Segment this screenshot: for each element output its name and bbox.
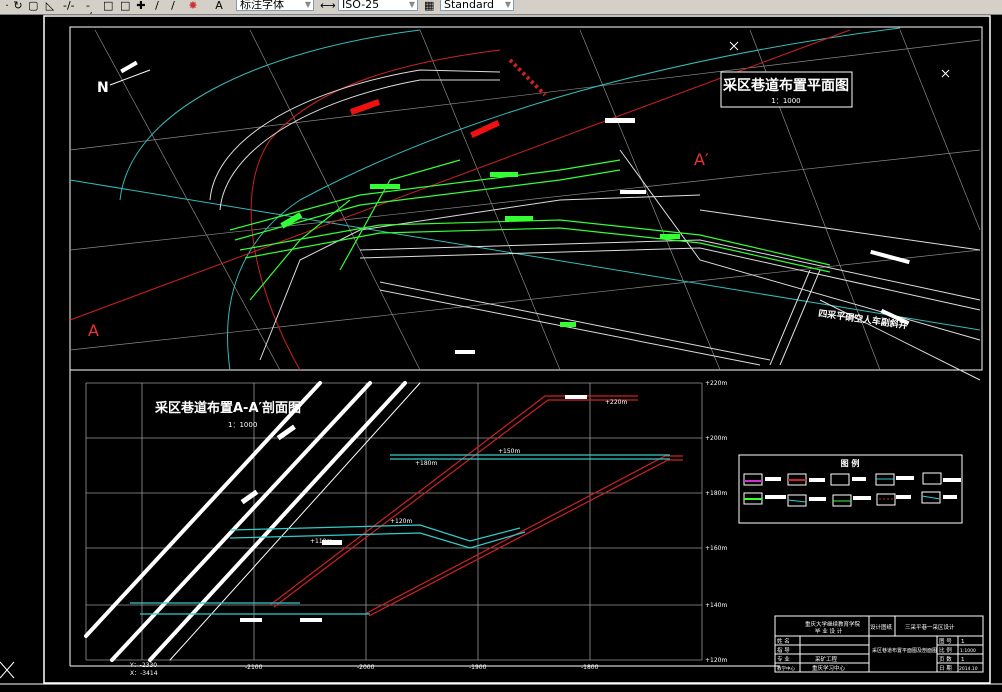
level-label: +220m [605, 399, 627, 406]
red-hatch [508, 58, 547, 97]
table-style-icon[interactable]: ▦ [424, 0, 434, 12]
right-value: 1:1000 [960, 648, 976, 654]
modify-toolbar: · ↻ ▢ ◺ -/- --/ □ □ ✚ / / ✸ A 标注字体 ▼ ⟷ IS… [0, 0, 1002, 15]
north-arrow-label: N [97, 80, 109, 96]
elevation-label: +140m [705, 602, 727, 609]
fillet-icon[interactable]: / [168, 0, 178, 12]
right-value: 1 [961, 657, 965, 663]
explode-icon[interactable]: ✸ [188, 0, 198, 12]
tunnels-green [229, 159, 831, 301]
red-inclines [269, 395, 683, 617]
drawing-canvas[interactable]: 采区巷道布置平面图 1：1000 N A A′ 四采平硐空人车副斜井 +220m… [0, 14, 1002, 692]
level-label: +120m [390, 518, 412, 525]
move-icon[interactable]: · [2, 0, 12, 12]
project-name: 三采平巷一采区设计 [905, 623, 955, 631]
elevation-label: +120m [705, 657, 727, 664]
chevron-down-icon: ▼ [504, 0, 511, 9]
cyan-boundary [119, 29, 421, 201]
red-boundary [250, 49, 501, 371]
cyan-line [69, 179, 981, 331]
table-style-select[interactable]: Standard ▼ [440, 0, 514, 11]
green-blocks [280, 172, 680, 327]
section-title: 采区巷道布置A-A′剖面图 [154, 400, 301, 416]
row-value: 采矿工程 [815, 655, 838, 663]
text-style-icon[interactable]: A [214, 0, 224, 12]
level-label: +150m [498, 448, 520, 455]
text-style-select[interactable]: 标注字体 ▼ [236, 0, 314, 11]
x-axis: -2100 -2000 -1900 -1800 Y：-2330 X：-3414 [129, 662, 599, 677]
x-tick-label: -1900 [469, 664, 487, 671]
design-drawing-label: 设计图纸 [870, 623, 893, 631]
red-block [349, 99, 381, 115]
section-mark-a-prime: A′ [694, 150, 709, 169]
x-tick-label: -2100 [245, 664, 263, 671]
cyan-levels [130, 454, 670, 615]
section-mark-a: A [88, 321, 99, 340]
level-label: +110m [310, 538, 332, 545]
row-value: 重庆学习中心 [812, 664, 846, 672]
dim-style-icon[interactable]: ⟷ [320, 0, 336, 12]
title-block-subtitle: 毕 业 设 计 [815, 627, 843, 635]
elevation-label: +220m [705, 380, 727, 387]
title-block-text: 重庆大学继续教育学院 毕 业 设 计 设计图纸 三采平巷一采区设计 采区巷道布置… [777, 620, 978, 672]
plan-scale: 1：1000 [771, 97, 800, 105]
text-style-value: 标注字体 [240, 0, 284, 11]
elevation-label: +180m [705, 490, 727, 497]
red-block [470, 119, 500, 139]
row-label: 姓 名 [777, 637, 790, 645]
school-name: 重庆大学继续教育学院 [805, 620, 861, 628]
elevation-label: +160m [705, 545, 727, 552]
trim-icon[interactable]: -/- [63, 0, 75, 12]
row-label: 教学中心 [777, 665, 795, 672]
scale-icon[interactable]: ▢ [28, 0, 38, 12]
table-style-value: Standard [444, 0, 495, 11]
right-value: 2014.10 [959, 666, 978, 672]
chevron-down-icon: ▼ [304, 0, 311, 9]
dim-style-select[interactable]: ISO-25 ▼ [338, 0, 418, 11]
break-at-point-icon[interactable]: □ [120, 0, 130, 12]
rotate-icon[interactable]: ↻ [13, 0, 23, 12]
legend-title: 图 例 [841, 458, 860, 468]
chamfer-icon[interactable]: / [152, 0, 162, 12]
right-value: 1 [961, 639, 965, 645]
x-tick-label: -2000 [357, 664, 375, 671]
elevation-label: +200m [705, 435, 727, 442]
ucs-icon [0, 661, 15, 679]
chevron-down-icon: ▼ [408, 0, 415, 9]
stretch-icon[interactable]: ◺ [45, 0, 55, 12]
level-label: +180m [415, 460, 437, 467]
elevation-axis: +220m +200m +180m +160m +140m +120m [705, 380, 727, 664]
extend-icon[interactable]: --/ [83, 0, 93, 14]
north-arrow-icon [109, 69, 151, 86]
right-label: 比 例 [939, 646, 952, 654]
row-label: 专 业 [777, 655, 790, 663]
section-scale: 1：1000 [228, 421, 257, 429]
join-icon[interactable]: ✚ [136, 0, 146, 12]
break-icon[interactable]: □ [103, 0, 113, 12]
right-label: 图 号 [939, 637, 952, 645]
x-tick-label: -1800 [581, 664, 599, 671]
coord-x: X：-3414 [130, 670, 158, 677]
right-label: 日 期 [939, 665, 952, 672]
row-label: 指 导 [777, 646, 790, 654]
drawing-name: 采区巷道布置平面图及剖面图 [872, 647, 937, 654]
dim-style-value: ISO-25 [342, 0, 380, 11]
plan-title: 采区巷道布置平面图 [722, 77, 849, 94]
right-label: 页 数 [939, 655, 952, 663]
